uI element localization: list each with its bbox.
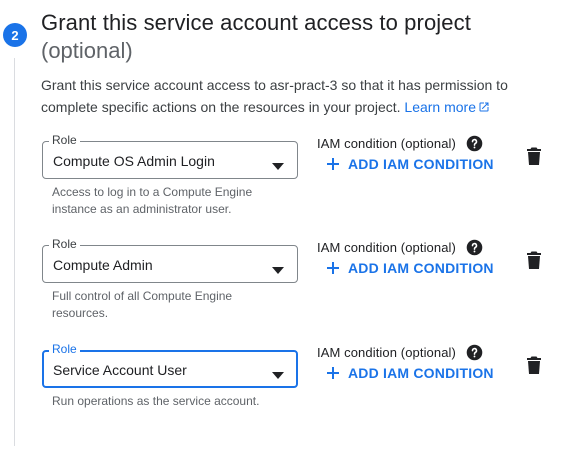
role-value: Service Account User (53, 362, 187, 378)
role-value: Compute OS Admin Login (53, 153, 215, 169)
help-circle-icon[interactable] (466, 344, 483, 366)
plus-icon (326, 261, 340, 275)
role-field-label: Role (49, 342, 80, 356)
role-helper-text: Run operations as the service account. (52, 394, 260, 408)
section-title: Grant this service account access to pro… (41, 10, 471, 35)
add-iam-condition-label: ADD IAM CONDITION (348, 156, 494, 172)
role-select[interactable]: Role Service Account User (42, 342, 298, 388)
add-iam-condition-label: ADD IAM CONDITION (348, 260, 494, 276)
section-description: Grant this service account access to asr… (41, 74, 561, 119)
step-number-badge: 2 (3, 23, 27, 47)
arrow-drop-down-icon (272, 366, 284, 384)
plus-icon (326, 366, 340, 380)
add-iam-condition-label: ADD IAM CONDITION (348, 365, 494, 381)
optional-label: (optional) (41, 38, 133, 63)
role-row: Role Compute Admin Full control of all C… (0, 237, 567, 345)
add-iam-condition-button[interactable]: ADD IAM CONDITION (326, 260, 494, 276)
arrow-drop-down-icon (272, 261, 284, 279)
role-select[interactable]: Role Compute Admin (42, 237, 298, 283)
trash-icon[interactable] (526, 147, 542, 170)
help-circle-icon[interactable] (466, 135, 483, 157)
add-iam-condition-button[interactable]: ADD IAM CONDITION (326, 156, 494, 172)
iam-condition-label: IAM condition (optional) (317, 136, 456, 151)
trash-icon[interactable] (526, 251, 542, 274)
plus-icon (326, 157, 340, 171)
iam-condition-label: IAM condition (optional) (317, 345, 456, 360)
help-circle-icon[interactable] (466, 239, 483, 261)
role-row: Role Service Account User Run operations… (0, 342, 567, 450)
learn-more-label: Learn more (404, 99, 476, 115)
trash-icon[interactable] (526, 356, 542, 379)
open-in-new-icon (478, 97, 490, 119)
role-field-label: Role (49, 133, 80, 147)
iam-condition-label: IAM condition (optional) (317, 240, 456, 255)
role-value: Compute Admin (53, 257, 153, 273)
role-helper-text: Access to log in to a Compute Engine ins… (52, 185, 253, 216)
role-row: Role Compute OS Admin Login Access to lo… (0, 133, 567, 241)
add-iam-condition-button[interactable]: ADD IAM CONDITION (326, 365, 494, 381)
role-field-label: Role (49, 237, 80, 251)
learn-more-link[interactable]: Learn more (404, 99, 490, 115)
arrow-drop-down-icon (272, 157, 284, 175)
role-helper-text: Full control of all Compute Engine resou… (52, 289, 233, 320)
role-select[interactable]: Role Compute OS Admin Login (42, 133, 298, 179)
